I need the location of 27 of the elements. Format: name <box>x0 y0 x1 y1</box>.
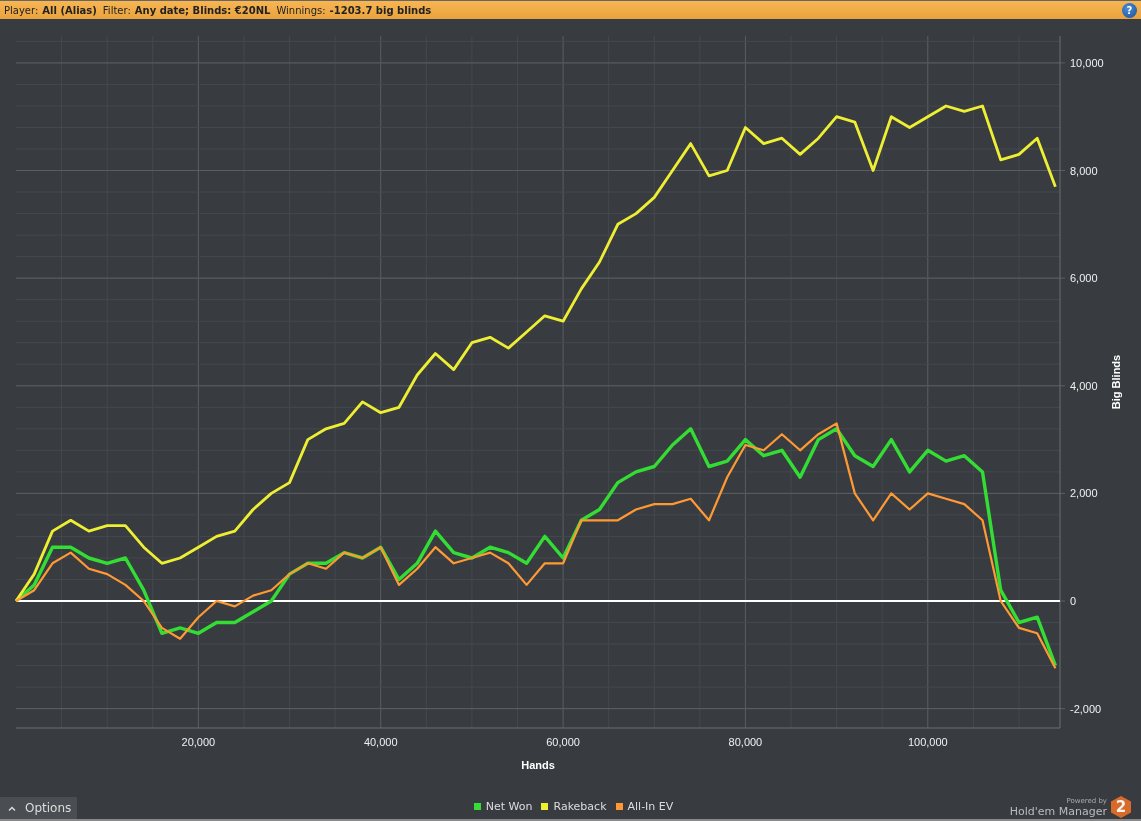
y-tick-label: 4,000 <box>1070 379 1098 392</box>
options-button[interactable]: Options <box>0 797 78 819</box>
x-tick-label: 100,000 <box>907 736 948 748</box>
y-tick-label: -2,000 <box>1070 702 1102 715</box>
y-axis-title: Big Blinds <box>1110 354 1122 410</box>
filter-label: Filter: <box>102 4 131 16</box>
filter-value: -1203.7 big blinds <box>329 4 432 16</box>
filter-value: All (Alias) <box>42 4 97 16</box>
x-axis-title: Hands <box>521 759 555 771</box>
y-tick-label: 10,000 <box>1070 56 1104 69</box>
y-tick-label: 8,000 <box>1070 164 1098 177</box>
filter-label: Player: <box>4 4 39 16</box>
legend-label: Rakeback <box>553 800 607 813</box>
help-button[interactable]: ? <box>1122 2 1137 18</box>
x-tick-label: 80,000 <box>728 736 763 748</box>
y-tick-label: 2,000 <box>1070 487 1098 500</box>
legend-label: Net Won <box>485 800 533 813</box>
x-tick-label: 40,000 <box>363 736 398 748</box>
x-tick-label: 20,000 <box>181 736 216 748</box>
y-tick-label: 6,000 <box>1070 272 1098 285</box>
legend-label: All-In EV <box>627 800 674 813</box>
x-tick-label: 60,000 <box>546 736 580 748</box>
filter-label: Winnings: <box>276 4 326 16</box>
product-name: Hold'em Manager <box>1009 804 1107 818</box>
filter-value: Any date; Blinds: €20NL <box>134 4 271 16</box>
y-tick-label: 0 <box>1070 595 1077 607</box>
logo-badge: 2 <box>1111 796 1131 818</box>
